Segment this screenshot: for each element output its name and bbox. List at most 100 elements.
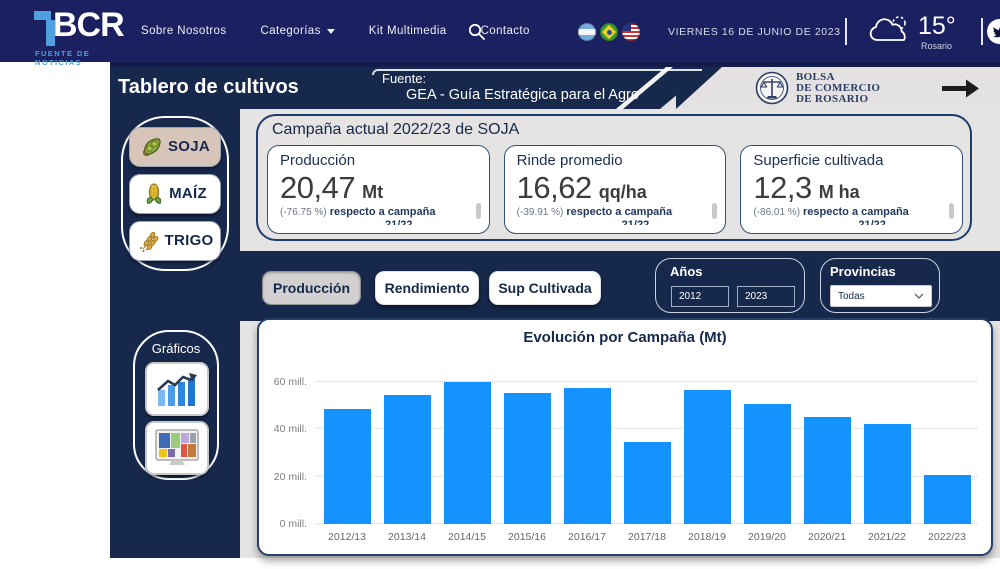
usa-flag[interactable] xyxy=(622,23,640,41)
crop-label: TRIGO xyxy=(165,232,214,249)
argentina-flag[interactable] xyxy=(578,23,596,41)
weather-temperature: 15° xyxy=(918,12,956,41)
kpi-note-line2: 21/22 xyxy=(858,219,950,225)
graficos-label: Gráficos xyxy=(135,341,217,356)
navbar: BCR FUENTE DE NOTICIAS Sobre Nosotros Ca… xyxy=(0,0,1000,62)
treemap-view-button[interactable] xyxy=(145,421,209,475)
provinces-filter-group: Provincias Todas xyxy=(820,258,940,313)
card-scrollbar[interactable] xyxy=(476,203,481,219)
bar-chart-view-button[interactable] xyxy=(145,362,209,416)
tab-rendimiento[interactable]: Rendimiento xyxy=(375,271,479,305)
org-name-line2: DE COMERCIO xyxy=(796,83,880,94)
kpi-unit: qq/ha xyxy=(599,182,647,203)
x-labels: 2012/132013/142014/152015/162016/172017/… xyxy=(317,524,977,543)
x-tick-label: 2016/17 xyxy=(557,531,617,543)
bar-2012/13[interactable] xyxy=(324,409,371,524)
twitter-icon[interactable] xyxy=(987,19,1000,44)
kpi-value: 20,47 xyxy=(280,170,355,206)
bar-slot xyxy=(677,370,737,524)
graficos-group: Gráficos xyxy=(133,330,219,480)
kpi-value: 12,3 xyxy=(753,170,811,206)
bar-2020/21[interactable] xyxy=(804,417,851,524)
current-date: VIERNES 16 DE JUNIO DE 2023 xyxy=(668,26,841,38)
kpi-panel-title: Campaña actual 2022/23 de SOJA xyxy=(272,121,519,139)
bar-2016/17[interactable] xyxy=(564,388,611,524)
x-tick-label: 2019/20 xyxy=(737,531,797,543)
tab-label: Rendimiento xyxy=(385,280,470,296)
bar-slot xyxy=(917,370,977,524)
year-to-input[interactable] xyxy=(737,286,795,307)
brand-text: BCR xyxy=(53,6,124,45)
org-name-line1: BOLSA xyxy=(796,72,880,83)
bcr-logo[interactable]: BCR FUENTE DE NOTICIAS xyxy=(10,5,120,59)
kpi-label: Superficie cultivada xyxy=(753,152,950,169)
crop-label: MAÍZ xyxy=(169,185,207,202)
bar-slot xyxy=(497,370,557,524)
bolsa-comercio-logo[interactable]: BOLSA DE COMERCIO DE ROSARIO xyxy=(755,71,880,105)
dropdown-chevron-icon xyxy=(914,293,924,299)
bar-slot xyxy=(437,370,497,524)
bar-2019/20[interactable] xyxy=(744,404,791,524)
bar-2015/16[interactable] xyxy=(504,393,551,524)
treemap-icon xyxy=(154,429,200,467)
kpi-note-line2: 21/22 xyxy=(622,219,714,225)
kpi-subtext: (-86.01 %)respecto a campaña 21/22 xyxy=(753,206,950,225)
dashboard-sidebar: SOJA MAÍZ xyxy=(110,109,240,558)
bar-2014/15[interactable] xyxy=(444,382,491,524)
kpi-delta: (-86.01 %) xyxy=(753,207,800,218)
nav-item-sobre-nosotros[interactable]: Sobre Nosotros xyxy=(141,25,227,37)
provinces-dropdown[interactable]: Todas xyxy=(830,285,932,307)
kpi-note: respecto a campaña xyxy=(803,206,909,218)
tab-sup-cultivada[interactable]: Sup Cultivada xyxy=(489,271,601,305)
org-name-line3: DE ROSARIO xyxy=(796,94,880,105)
y-tick-label: 0 mill. xyxy=(257,518,307,530)
bar-2018/19[interactable] xyxy=(684,390,731,524)
x-tick-label: 2022/23 xyxy=(917,531,977,543)
crop-button-soja[interactable]: SOJA xyxy=(129,127,221,167)
crop-button-maiz[interactable]: MAÍZ xyxy=(129,174,221,214)
bar-2021/22[interactable] xyxy=(864,424,911,524)
bar-2013/14[interactable] xyxy=(384,395,431,524)
dashboard-header: Tablero de cultivos Fuente: GEA - Guía E… xyxy=(110,67,1000,109)
kpi-unit: Mt xyxy=(362,182,383,203)
card-scrollbar[interactable] xyxy=(712,203,717,219)
brazil-flag[interactable] xyxy=(600,23,618,41)
years-filter-group: Años xyxy=(655,258,805,313)
y-tick-label: 20 mill. xyxy=(257,471,307,483)
kpi-card-produccion: Producción 20,47 Mt (-76.75 %)respecto a… xyxy=(267,145,490,234)
kpi-note: respecto a campaña xyxy=(330,206,436,218)
tab-produccion[interactable]: Producción xyxy=(262,271,361,305)
provinces-selected-value: Todas xyxy=(838,291,865,302)
bar-2017/18[interactable] xyxy=(624,442,671,524)
logo-accent-bar xyxy=(34,11,51,20)
crop-button-trigo[interactable]: TRIGO xyxy=(129,221,221,261)
nav-item-kit-multimedia[interactable]: Kit Multimedia xyxy=(369,25,447,37)
brand-tagline: FUENTE DE NOTICIAS xyxy=(35,49,120,67)
nav-divider-2 xyxy=(981,18,983,45)
bar-2022/23[interactable] xyxy=(924,475,971,524)
tab-label: Sup Cultivada xyxy=(498,280,591,296)
nav-item-contacto[interactable]: Contacto xyxy=(481,25,530,37)
screen: BCR FUENTE DE NOTICIAS Sobre Nosotros Ca… xyxy=(0,0,1000,569)
x-tick-label: 2018/19 xyxy=(677,531,737,543)
kpi-label: Producción xyxy=(280,152,477,169)
kpi-delta: (-76.75 %) xyxy=(280,207,327,218)
y-tick-label: 40 mill. xyxy=(257,423,307,435)
search-icon[interactable] xyxy=(468,23,485,40)
trigo-icon xyxy=(137,229,161,253)
bar-slot xyxy=(377,370,437,524)
flag-globe xyxy=(607,30,612,35)
x-tick-label: 2012/13 xyxy=(317,531,377,543)
evolution-chart-card: Evolución por Campaña (Mt) 0 mill.20 mil… xyxy=(257,318,993,556)
kpi-value: 16,62 xyxy=(517,170,592,206)
year-from-input[interactable] xyxy=(671,286,729,307)
card-scrollbar[interactable] xyxy=(949,203,954,219)
next-arrow-icon[interactable] xyxy=(942,79,980,98)
source-label: Fuente: xyxy=(382,71,426,86)
nav-item-label: Kit Multimedia xyxy=(369,25,447,37)
chevron-down-icon xyxy=(327,29,335,34)
kpi-note-line2: 21/22 xyxy=(385,219,477,225)
bar-slot xyxy=(617,370,677,524)
nav-item-categorias[interactable]: Categorías xyxy=(261,25,335,37)
kpi-card-superficie: Superficie cultivada 12,3 M ha (-86.01 %… xyxy=(740,145,963,234)
